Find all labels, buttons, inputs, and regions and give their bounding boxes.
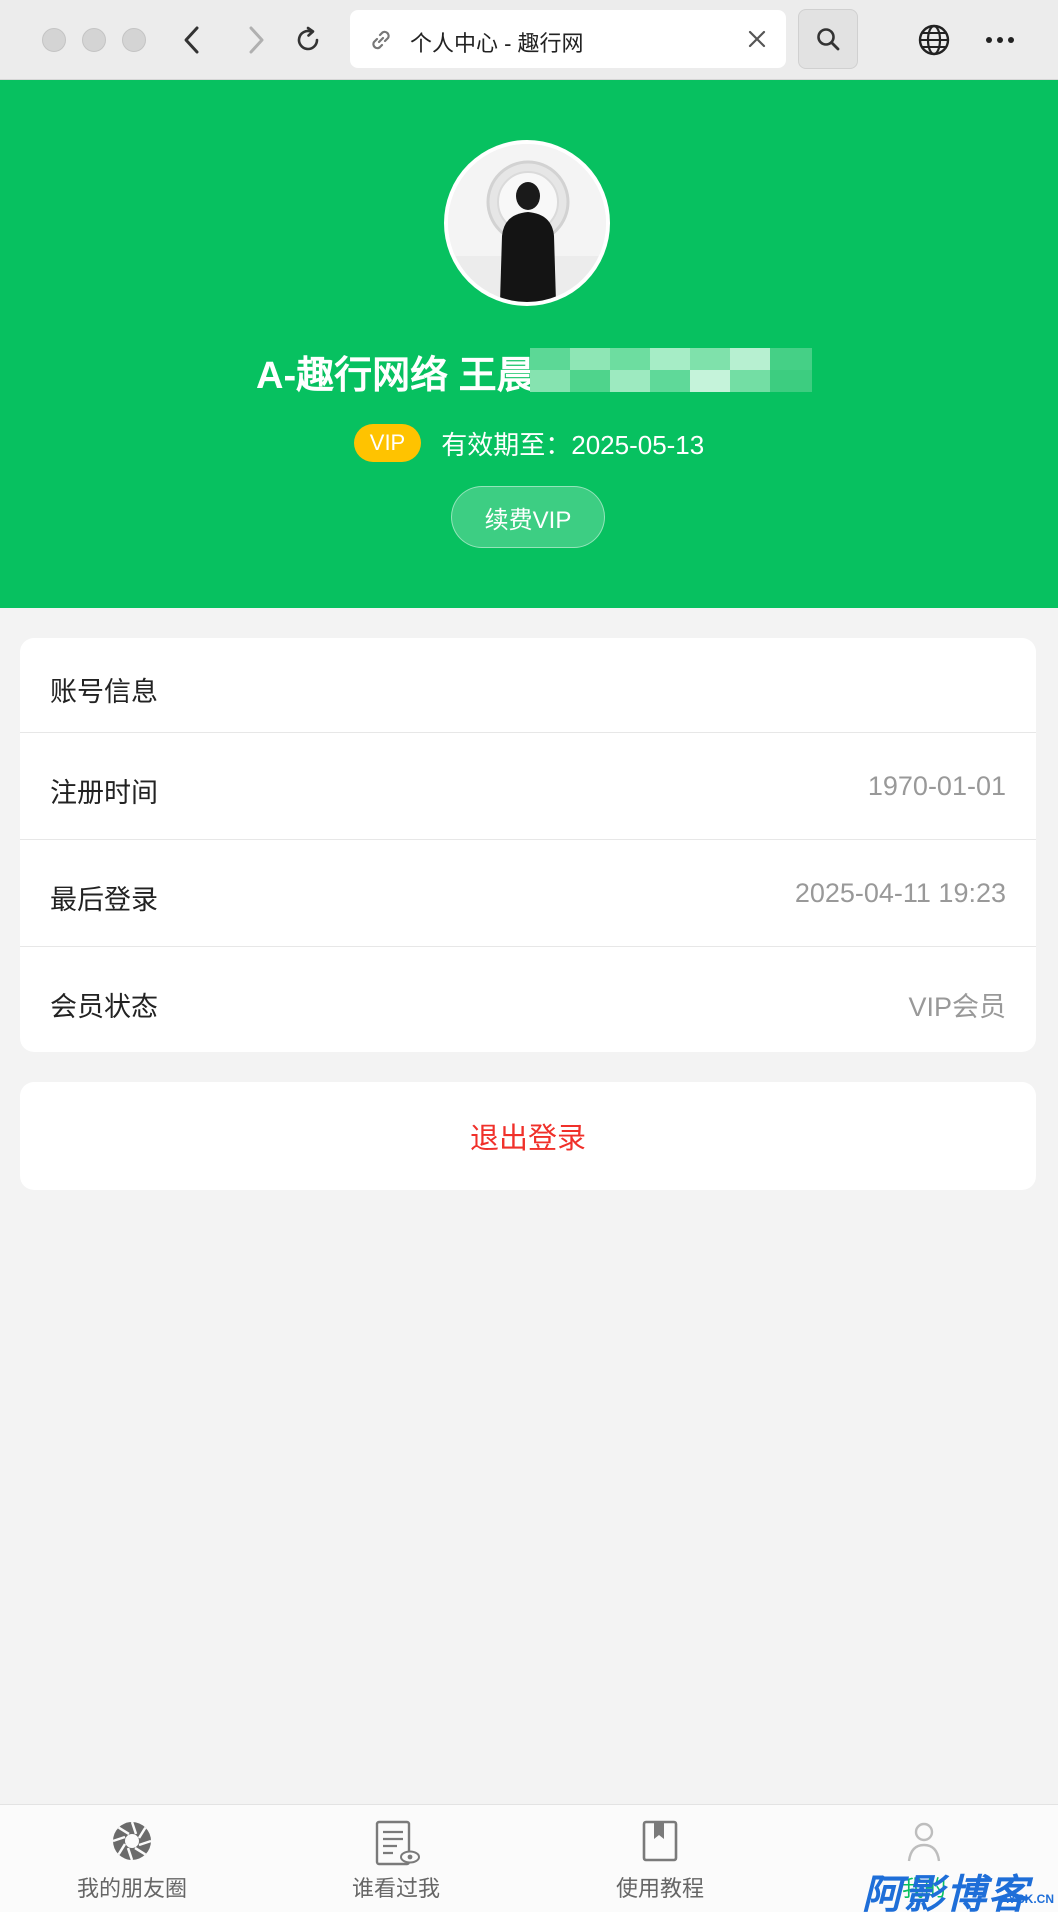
info-row-value: 1970-01-01 — [867, 771, 1006, 801]
logout-button[interactable]: 退出登录 — [20, 1082, 1036, 1190]
search-button[interactable] — [798, 9, 858, 69]
browser-toolbar: 个人中心 - 趣行网 — [0, 0, 1058, 80]
info-row-last-login: 最后登录 2025-04-11 19:23 — [20, 839, 1036, 946]
back-button[interactable] — [170, 18, 214, 62]
vip-badge: VIP — [353, 424, 422, 462]
window-close-control[interactable] — [42, 28, 66, 52]
bookmark-icon — [642, 1820, 678, 1862]
username: A-趣行网络 王晨 — [256, 355, 535, 397]
reload-icon — [297, 26, 319, 51]
info-row-member-status: 会员状态 VIP会员 — [20, 946, 1036, 1053]
info-row-register-time: 注册时间 1970-01-01 — [20, 732, 1036, 839]
account-info-card: 账号信息 注册时间 1970-01-01 最后登录 2025-04-11 19:… — [20, 638, 1036, 1052]
info-row-value: 2025-04-11 19:23 — [794, 878, 1006, 908]
reload-button[interactable] — [286, 18, 330, 62]
info-row-label: 注册时间 — [50, 778, 158, 808]
window-zoom-control[interactable] — [122, 28, 146, 52]
close-icon[interactable] — [746, 28, 768, 50]
info-row-label: 会员状态 — [50, 992, 158, 1022]
renew-vip-button[interactable]: 续费VIP — [451, 486, 605, 548]
watermark-subtext: AYBK.CN — [1000, 1892, 1054, 1906]
tab-label: 我的朋友圈 — [76, 1876, 187, 1901]
avatar[interactable] — [444, 140, 610, 306]
profile-header: A-趣行网络 王晨 VIP 有效期至：2025-05-13 续费VIP — [0, 80, 1058, 608]
vip-info: VIP 有效期至：2025-05-13 — [0, 424, 1058, 462]
avatar-photo — [448, 144, 606, 302]
watermark-logo: 阿影博客 AYBK.CN — [862, 1862, 1058, 1912]
tab-label: 使用教程 — [615, 1876, 704, 1901]
tab-title: 个人中心 - 趣行网 — [410, 31, 584, 56]
redacted-name-blur — [530, 342, 812, 398]
tab-who-viewed-me[interactable]: 谁看过我 — [264, 1805, 528, 1912]
more-button[interactable] — [978, 18, 1022, 62]
user-icon — [907, 1822, 941, 1862]
link-icon — [372, 30, 390, 50]
tab-label: 谁看过我 — [351, 1876, 440, 1901]
account-info-title: 账号信息 — [50, 677, 158, 707]
language-button[interactable] — [912, 18, 956, 62]
active-tab[interactable]: 个人中心 - 趣行网 — [350, 10, 786, 68]
globe-icon — [918, 24, 950, 56]
viewed-doc-icon — [375, 1820, 420, 1866]
info-row-value: VIP会员 — [908, 992, 1006, 1022]
back-icon — [184, 26, 199, 54]
more-icon — [986, 37, 1014, 43]
window-minimize-control[interactable] — [82, 28, 106, 52]
search-icon — [817, 28, 840, 51]
info-row-label: 最后登录 — [50, 885, 158, 915]
tab-tutorial[interactable]: 使用教程 — [528, 1805, 792, 1912]
forward-button[interactable] — [234, 18, 278, 62]
aperture-icon — [112, 1821, 152, 1861]
vip-expire-date: 有效期至：2025-05-13 — [441, 429, 705, 460]
tab-moments[interactable]: 我的朋友圈 — [0, 1805, 264, 1912]
forward-icon — [249, 26, 264, 54]
